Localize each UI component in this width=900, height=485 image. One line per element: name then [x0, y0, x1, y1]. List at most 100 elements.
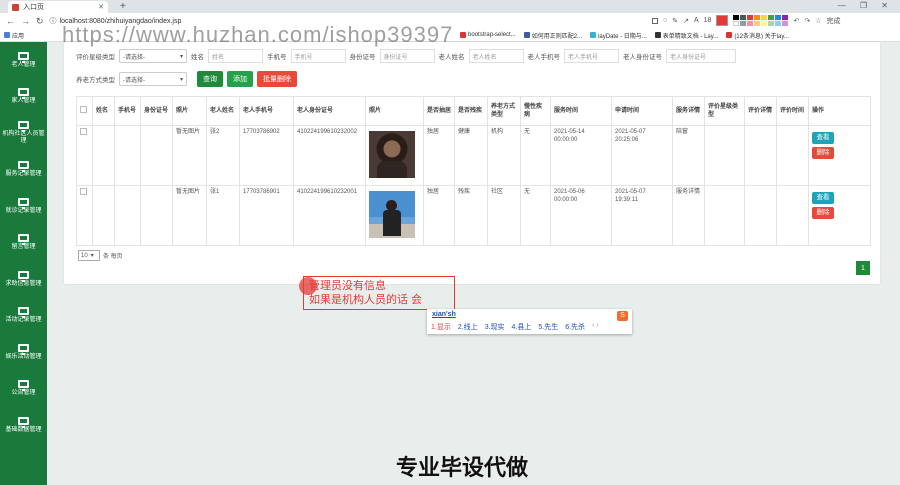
select-all-header[interactable] — [76, 96, 93, 126]
col-apply-time: 申请时间 — [611, 96, 673, 126]
bookmark-item[interactable]: layDate - 日期与... — [590, 31, 647, 40]
delete-button[interactable]: 删除 — [812, 147, 834, 159]
batch-delete-button[interactable]: 批量删除 — [257, 71, 297, 87]
ime-candidate[interactable]: 2.线上 — [458, 322, 478, 332]
reload-icon[interactable]: ↻ — [36, 16, 44, 27]
elder-phone-input[interactable]: 老人手机号 — [564, 49, 619, 63]
phone-input[interactable]: 手机号 — [290, 49, 346, 63]
id-label: 身份证号 — [349, 54, 376, 61]
current-color-swatch[interactable] — [716, 15, 729, 26]
cell-actions: 查看 删除 — [808, 125, 871, 186]
page-number-button[interactable]: 1 — [856, 261, 870, 275]
undo-icon[interactable]: ↶ — [793, 17, 799, 25]
filter-row-1: 评价星级类型 -请选择- 姓名 姓名 手机号 手机号 身份证号 身份证号 老人姓… — [76, 49, 736, 63]
bookmark-item[interactable]: 表单精致文档 - Lay... — [654, 31, 718, 40]
ime-candidate[interactable]: 4.县上 — [512, 322, 532, 332]
cell-elder-phone: 17703786902 — [239, 125, 294, 186]
footer-caption: 专业毕设代做 — [396, 456, 529, 481]
info-icon: ⓘ — [49, 18, 57, 25]
cell-id — [140, 185, 173, 246]
favicon-icon — [12, 3, 19, 11]
eval-type-select[interactable]: -请选择- — [119, 49, 187, 63]
view-button[interactable]: 查看 — [812, 192, 834, 204]
cell-elder-id: 410224199610232001 — [293, 185, 366, 246]
bookmark-item[interactable]: 如何用正则匹配2... — [523, 31, 582, 40]
window-controls[interactable]: — ❐ ✕ — [838, 1, 894, 10]
elder-name-label: 老人姓名 — [438, 54, 465, 61]
sidebar-item-elder[interactable]: 老人管理 — [0, 42, 47, 79]
ime-candidate[interactable]: 5.先生 — [538, 322, 558, 332]
eval-type-label: 评价星级类型 — [76, 54, 115, 61]
elder-id-input[interactable]: 老人身份证号 — [666, 49, 736, 63]
care-type-select[interactable]: -请选择- — [119, 72, 187, 86]
done-label[interactable]: 完成 — [826, 16, 840, 26]
col-id: 身份证号 — [140, 96, 173, 126]
cell-eval-detail — [744, 125, 777, 186]
cell-elder-id: 410224199610232002 — [293, 125, 366, 186]
add-button[interactable]: 添加 — [227, 71, 253, 87]
close-tab-icon[interactable]: ✕ — [98, 3, 104, 11]
color-palette[interactable] — [733, 15, 789, 26]
ime-candidate[interactable]: 6.先杀 — [565, 322, 585, 332]
cell-detail: 陪窗 — [672, 125, 705, 186]
sidebar-item-messages[interactable]: 留言管理 — [0, 225, 47, 262]
back-icon[interactable]: ← — [6, 16, 15, 26]
select-all-checkbox[interactable] — [80, 106, 87, 113]
monitor-icon — [18, 121, 29, 133]
sidebar-item-basic-data[interactable]: 基础数据管理 — [0, 407, 47, 444]
row-checkbox[interactable] — [80, 188, 87, 195]
sidebar-item-staff[interactable]: 机构社区人员管理 — [0, 115, 47, 152]
cell-alone: 独居 — [423, 185, 455, 246]
elder-name-input[interactable]: 老人姓名 — [468, 49, 524, 63]
arrow-tool-icon[interactable]: ↗ — [683, 17, 689, 25]
ime-candidate-window: xian'sh S 1.显示 2.线上 3.现实 4.县上 5.先生 6.先杀 … — [427, 309, 632, 334]
phone-label: 手机号 — [267, 54, 287, 61]
zoom-value[interactable]: 18 — [704, 17, 712, 24]
care-type-label: 养老方式类型 — [76, 77, 115, 84]
row-select-cell — [76, 125, 93, 186]
new-tab-button[interactable]: + — [120, 1, 126, 12]
monitor-icon — [18, 197, 29, 209]
annotation-toolbar: ○ ✎ ↗ A 18 ↶ ↷ ☆ 完成 — [652, 15, 840, 26]
bookmark-item[interactable]: bootstrap-select... — [460, 32, 516, 38]
bookmark-item[interactable]: 应用 — [4, 31, 24, 40]
col-eval-type: 评价星级类型 — [704, 96, 745, 126]
cell-name — [92, 185, 115, 246]
sidebar-item-help[interactable]: 求助信息管理 — [0, 261, 47, 298]
table-row: 暂无图片 张1 17703786901 410224199610232001 独… — [76, 185, 871, 246]
page-size-select[interactable]: 10 ▾ — [78, 250, 100, 261]
sidebar-item-family[interactable]: 家人管理 — [0, 79, 47, 116]
col-elder-phone: 老人手机号 — [239, 96, 294, 126]
row-checkbox[interactable] — [80, 128, 87, 135]
sidebar-item-entertainment[interactable]: 娱乐活动管理 — [0, 334, 47, 371]
delete-button[interactable]: 删除 — [812, 207, 834, 219]
circle-tool-icon[interactable]: ○ — [663, 17, 667, 24]
ime-candidate[interactable]: 3.现实 — [485, 322, 505, 332]
redo-icon[interactable]: ↷ — [804, 17, 810, 25]
bookmark-item[interactable]: (12条消息) 关于lay... — [726, 31, 789, 40]
sidebar-item-service[interactable]: 服务记录管理 — [0, 152, 47, 189]
rectangle-tool-icon[interactable] — [652, 17, 658, 24]
row-select-cell — [76, 185, 93, 246]
id-input[interactable]: 身份证号 — [379, 49, 435, 63]
ime-candidate[interactable]: 1.显示 — [431, 322, 451, 332]
text-tool-icon[interactable]: A — [694, 17, 699, 24]
cell-name — [92, 125, 115, 186]
monitor-icon — [18, 161, 29, 173]
ime-page-arrows[interactable]: ‹ › — [592, 322, 599, 332]
cell-actions: 查看 删除 — [808, 185, 871, 246]
pen-tool-icon[interactable]: ✎ — [672, 17, 678, 25]
annotation-note: 管理员没有信息 如果是机构人员的话 会 — [303, 276, 455, 310]
browser-tab[interactable]: 入口页 ✕ — [8, 1, 108, 13]
cell-care: 机构 — [487, 125, 521, 186]
sidebar-item-notice[interactable]: 公告管理 — [0, 371, 47, 408]
name-input[interactable]: 姓名 — [208, 49, 263, 63]
search-button[interactable]: 查询 — [197, 71, 223, 87]
star-icon[interactable]: ☆ — [815, 17, 821, 25]
col-photo: 照片 — [172, 96, 207, 126]
forward-icon[interactable]: → — [21, 16, 30, 26]
browser-tab-bar: 入口页 ✕ + — ❐ ✕ — [0, 0, 900, 13]
view-button[interactable]: 查看 — [812, 132, 834, 144]
sidebar-item-visits[interactable]: 就诊记录管理 — [0, 188, 47, 225]
sidebar-item-activity[interactable]: 活动记录管理 — [0, 298, 47, 335]
